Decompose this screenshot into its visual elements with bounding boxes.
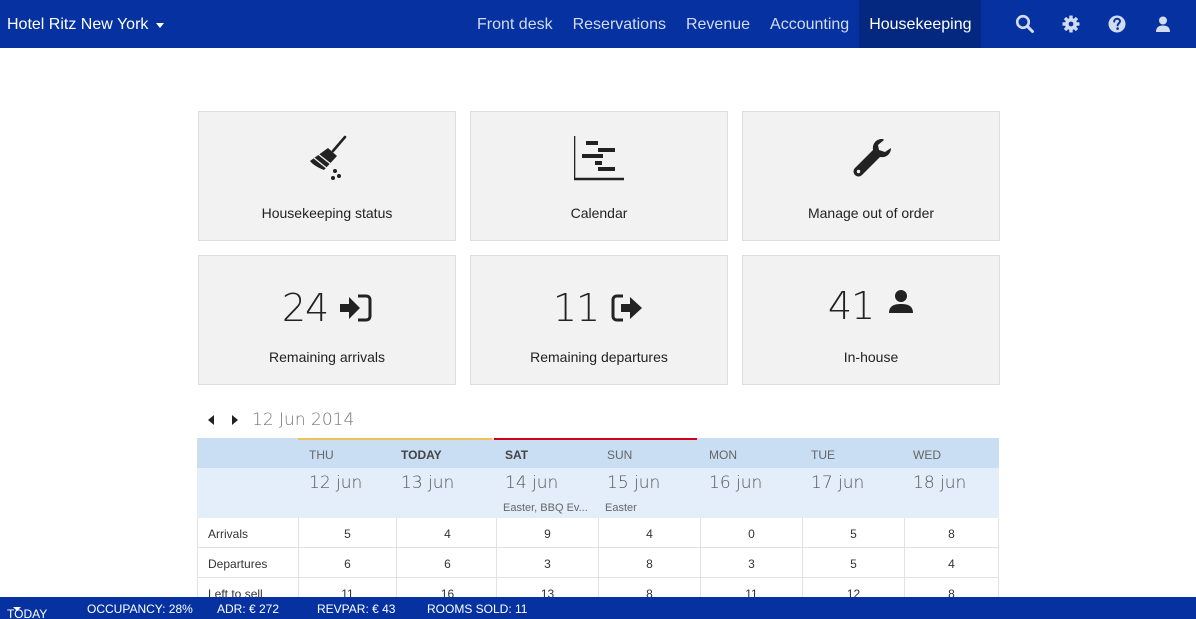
tile-remaining-arrivals[interactable]: 24 Remaining arrivals (198, 255, 456, 385)
top-navbar: Hotel Ritz New York Front desk Reservati… (0, 0, 1196, 48)
table-cell: 5 (802, 518, 904, 548)
day-name: TUE (811, 448, 835, 462)
calendar-header: THU 12 jun TODAY 13 jun SAT 14 jun Easte… (197, 438, 999, 518)
table-cell: 8 (904, 518, 999, 548)
day-column-sat: SAT 14 jun Easter, BBQ Ev... (494, 438, 697, 518)
broom-icon (310, 135, 347, 180)
caret-down-icon (156, 22, 165, 28)
today-indicator-left (298, 438, 400, 518)
wrench-icon (853, 139, 891, 177)
table-cell: 0 (700, 518, 802, 548)
table-cell: 3 (700, 548, 802, 578)
day-date: 13 jun (401, 473, 455, 493)
user-icon[interactable] (1153, 14, 1173, 34)
user-icon (889, 290, 914, 313)
day-name: SAT (505, 448, 529, 462)
nav-housekeeping[interactable]: Housekeeping (859, 0, 982, 48)
row-label: Arrivals (197, 518, 298, 548)
tile-label: In-house (843, 349, 899, 365)
table-row: Arrivals 5 4 9 4 0 5 8 (197, 518, 999, 548)
day-column-mon: MON 16 jun (698, 438, 800, 518)
table-cell: 4 (904, 548, 999, 578)
day-column-wed: WED 18 jun (902, 438, 999, 518)
inhouse-count: 41 (827, 284, 875, 328)
table-cell: 5 (802, 548, 904, 578)
next-arrow-icon[interactable] (232, 415, 238, 425)
day-column-tue: TUE 17 jun (800, 438, 902, 518)
gantt-chart-icon (574, 136, 624, 181)
table-cell: 4 (598, 518, 700, 548)
tile-remaining-departures[interactable]: 11 Remaining departures (470, 255, 728, 385)
sign-in-icon (340, 294, 372, 322)
rooms-sold-stat: ROOMS SOLD: 11 (427, 602, 528, 616)
current-date: 12 Jun 2014 (252, 410, 355, 430)
hotel-selector[interactable]: Hotel Ritz New York (7, 0, 165, 48)
day-event[interactable]: Easter (605, 502, 637, 514)
stat: 41 (743, 284, 999, 328)
table-cell: 6 (396, 548, 498, 578)
occupancy-stat: OCCUPANCY: 28% (87, 602, 193, 616)
arrivals-count: 24 (281, 286, 329, 330)
row-label: Departures (197, 548, 298, 578)
main-nav: Front desk Reservations Revenue Accounti… (467, 0, 982, 48)
day-date: 17 jun (811, 473, 865, 493)
today-indicator (298, 438, 400, 440)
table-cell: 8 (598, 548, 700, 578)
table-cell: 3 (496, 548, 598, 578)
tile-label: Housekeeping status (261, 205, 393, 221)
status-bar: TODAY OCCUPANCY: 28% ADR: € 272 REVPAR: … (0, 597, 1196, 619)
tile-label: Remaining arrivals (269, 349, 385, 365)
day-event[interactable]: Easter, BBQ Ev... (503, 502, 588, 514)
tile-in-house[interactable]: 41 In-house (742, 255, 1000, 385)
departures-count: 11 (552, 286, 600, 330)
day-name: TODAY (401, 448, 442, 462)
nav-reservations[interactable]: Reservations (563, 0, 676, 48)
revpar-stat: REVPAR: € 43 (317, 602, 396, 616)
tile-calendar[interactable]: Calendar (470, 111, 728, 241)
day-date: 16 jun (709, 473, 763, 493)
tile-housekeeping-status[interactable]: Housekeeping status (198, 111, 456, 241)
tile-label: Calendar (570, 205, 628, 221)
search-icon[interactable] (1015, 14, 1035, 34)
nav-front-desk[interactable]: Front desk (467, 0, 563, 48)
caret-down-icon (13, 607, 21, 611)
day-name: WED (913, 448, 941, 462)
gear-icon[interactable] (1061, 14, 1081, 34)
calendar-body: Arrivals 5 4 9 4 0 5 8 Departures 6 6 3 … (197, 518, 999, 608)
day-name: MON (709, 448, 737, 462)
table-cell: 9 (496, 518, 598, 548)
tile-label: Manage out of order (807, 205, 935, 221)
day-date: 15 jun (607, 473, 661, 493)
sign-out-icon (611, 294, 643, 322)
previous-arrow-icon[interactable] (208, 415, 214, 425)
table-row: Departures 6 6 3 8 3 5 4 (197, 548, 999, 578)
help-icon[interactable] (1107, 14, 1127, 34)
date-navigation: 12 Jun 2014 (208, 408, 354, 432)
table-cell: 4 (396, 518, 498, 548)
day-date: 18 jun (913, 473, 967, 493)
adr-stat: ADR: € 272 (217, 602, 280, 616)
day-name: SUN (607, 448, 633, 462)
table-cell: 5 (298, 518, 396, 548)
hotel-name: Hotel Ritz New York (7, 15, 149, 33)
day-column-today: TODAY 13 jun (390, 438, 492, 518)
today-indicator (390, 438, 492, 440)
table-cell: 6 (298, 548, 396, 578)
nav-accounting[interactable]: Accounting (760, 0, 859, 48)
tile-label: Remaining departures (530, 349, 668, 365)
forecast-calendar: THU 12 jun TODAY 13 jun SAT 14 jun Easte… (197, 438, 999, 608)
stat: 11 (471, 286, 727, 330)
nav-revenue[interactable]: Revenue (676, 0, 760, 48)
stat: 24 (199, 286, 455, 330)
tile-manage-out-of-order[interactable]: Manage out of order (742, 111, 1000, 241)
day-date: 14 jun (505, 473, 559, 493)
day-column-sun: SUN 15 jun Easter (596, 438, 698, 518)
